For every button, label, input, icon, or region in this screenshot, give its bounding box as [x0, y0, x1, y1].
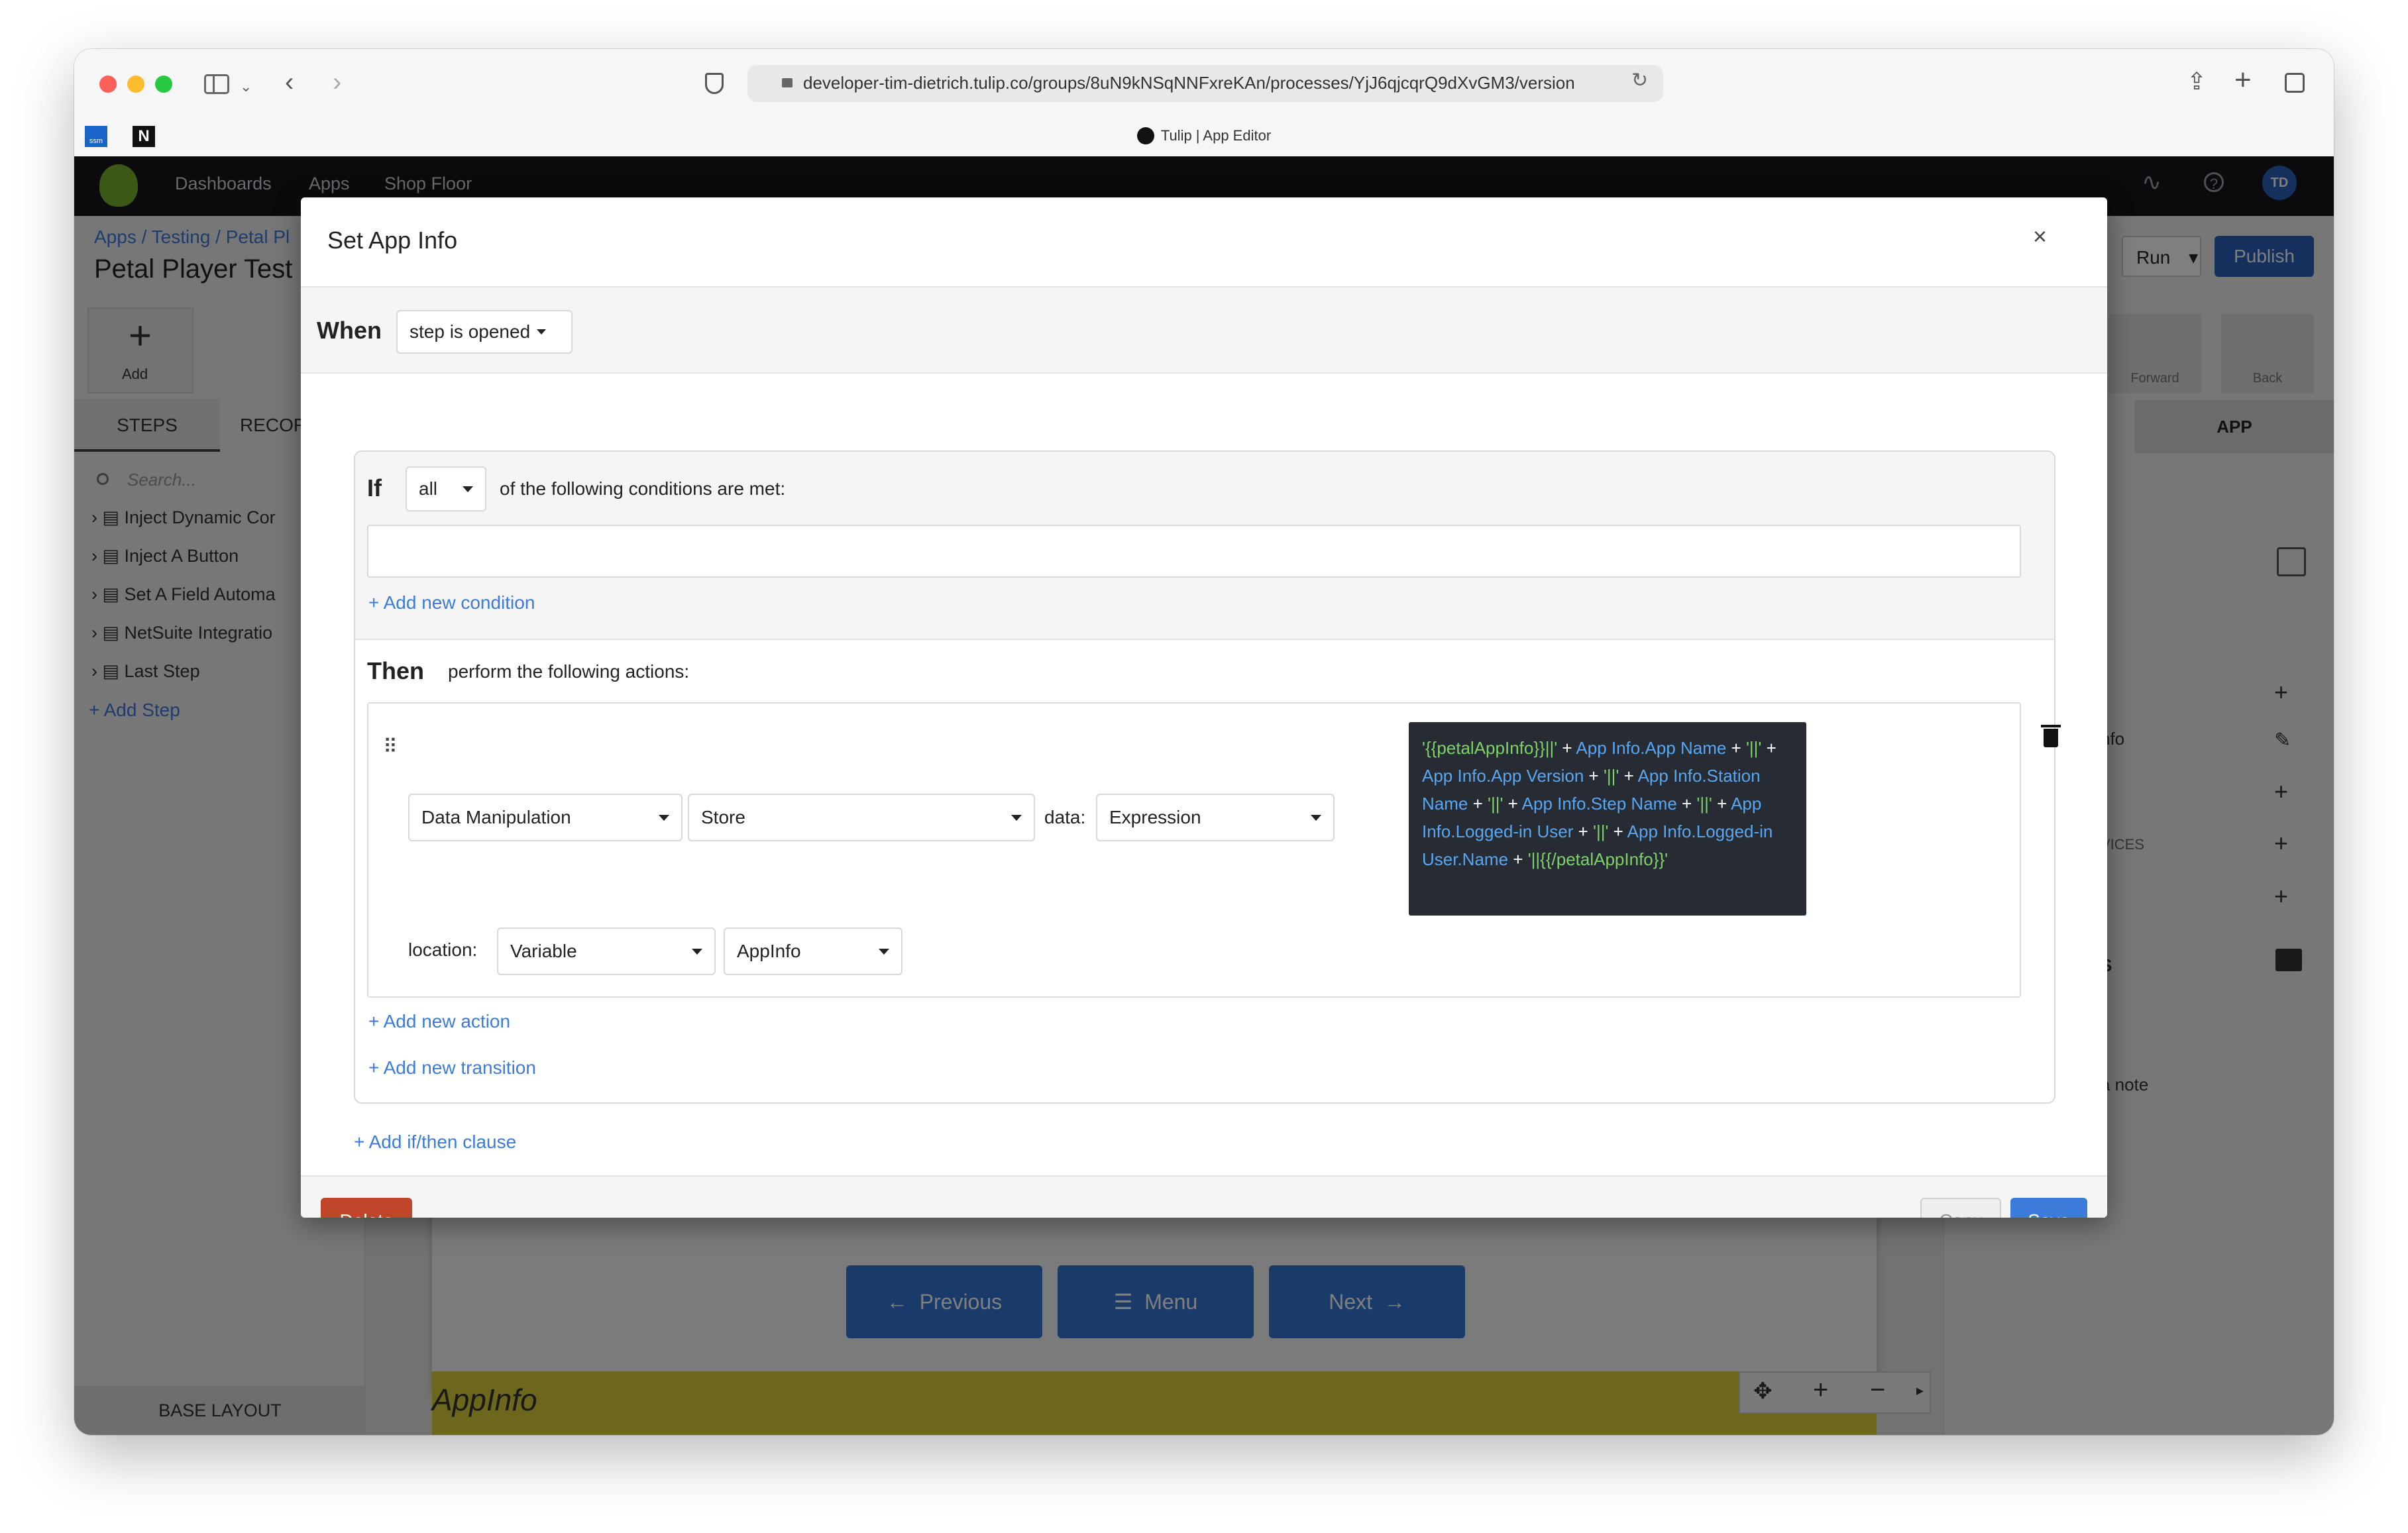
- data-type-select[interactable]: Expression: [1096, 794, 1335, 841]
- expression-token: '||': [1593, 821, 1609, 841]
- tabs-overview-icon[interactable]: [2285, 73, 2305, 93]
- then-text: perform the following actions:: [448, 661, 690, 682]
- trigger-select[interactable]: step is opened: [396, 310, 573, 354]
- location-type-value: Variable: [510, 941, 577, 961]
- caret-down-icon: [463, 486, 473, 492]
- add-clause-label: Add if/then clause: [368, 1132, 517, 1152]
- then-label: Then: [367, 657, 424, 684]
- expression-editor[interactable]: '{{petalAppInfo}}||' + App Info.App Name…: [1409, 722, 1806, 916]
- expression-token: '||{{/petalAppInfo}}': [1527, 849, 1669, 869]
- expression-token: '||': [1745, 738, 1762, 758]
- caret-down-icon: [659, 814, 669, 821]
- forward-icon[interactable]: ›: [333, 68, 341, 97]
- browser-window: ⌄ ‹ › developer-tim-dietrich.tulip.co/gr…: [74, 49, 2334, 1435]
- if-label: If: [367, 474, 382, 502]
- close-icon[interactable]: ×: [2033, 223, 2047, 250]
- save-button[interactable]: Save: [2010, 1198, 2087, 1218]
- expression-token: +: [1503, 794, 1522, 814]
- caret-down-icon: [879, 948, 889, 955]
- location-type-select[interactable]: Variable: [497, 927, 716, 975]
- conditions-dropzone[interactable]: [367, 525, 2021, 578]
- expression-token: '||': [1488, 794, 1504, 814]
- share-icon[interactable]: ⇪: [2187, 68, 2207, 95]
- expression-token: App Info.Step Name: [1521, 794, 1677, 814]
- modal-title: Set App Info: [327, 227, 458, 254]
- trash-icon[interactable]: [2041, 725, 2061, 747]
- location-label: location:: [408, 939, 478, 960]
- expression-token: +: [1712, 794, 1731, 814]
- add-condition-link[interactable]: + Add new condition: [368, 592, 535, 613]
- data-type-value: Expression: [1109, 807, 1201, 827]
- add-action-label: Add new action: [383, 1011, 511, 1031]
- back-icon[interactable]: ‹: [285, 68, 294, 97]
- variable-select[interactable]: AppInfo: [724, 927, 903, 975]
- add-condition-label: Add new condition: [383, 592, 535, 613]
- new-tab-icon[interactable]: +: [2234, 64, 2252, 97]
- caret-down-icon: [1311, 814, 1321, 821]
- expression-token: +: [1761, 738, 1777, 758]
- modal-footer: [301, 1175, 2107, 1218]
- expression-token: +: [1468, 794, 1488, 814]
- reload-icon[interactable]: ↻: [1631, 69, 1648, 92]
- expression-text: '{{petalAppInfo}}||' + App Info.App Name…: [1422, 734, 1793, 873]
- tab-title[interactable]: Tulip | App Editor: [74, 127, 2334, 144]
- add-transition-link[interactable]: + Add new transition: [368, 1057, 536, 1079]
- expression-token: App Info.App Version: [1422, 766, 1584, 786]
- when-label: When: [317, 317, 382, 344]
- expression-token: +: [1573, 821, 1594, 841]
- chevron-down-icon[interactable]: ⌄: [240, 78, 252, 95]
- caret-down-icon: [692, 948, 702, 955]
- zoom-window-button[interactable]: [155, 76, 172, 93]
- action-type-select[interactable]: Data Manipulation: [408, 794, 683, 841]
- tulip-favicon-icon: [1136, 127, 1154, 144]
- lock-icon: [782, 78, 793, 87]
- expression-token: +: [1557, 738, 1576, 758]
- caret-down-icon: [537, 329, 547, 335]
- expression-token: '{{petalAppInfo}}||': [1422, 738, 1558, 758]
- trigger-value: step is opened: [410, 321, 531, 342]
- action-type-value: Data Manipulation: [421, 807, 571, 827]
- add-clause-link[interactable]: + Add if/then clause: [354, 1132, 516, 1153]
- delete-button[interactable]: Delete: [321, 1198, 412, 1218]
- copy-button[interactable]: Copy: [1920, 1198, 2001, 1218]
- drag-handle-icon[interactable]: ⠿: [383, 735, 398, 759]
- modal-header: [301, 197, 2107, 288]
- expression-token: '||': [1696, 794, 1712, 814]
- expression-token: +: [1584, 766, 1604, 786]
- expression-token: +: [1619, 766, 1638, 786]
- expression-token: +: [1508, 849, 1528, 869]
- sidebar-icon[interactable]: [204, 74, 229, 94]
- condition-mode-select[interactable]: all: [406, 466, 486, 511]
- conditions-text: of the following conditions are met:: [500, 478, 786, 499]
- url-text[interactable]: developer-tim-dietrich.tulip.co/groups/8…: [803, 73, 1625, 93]
- condition-mode-value: all: [419, 478, 438, 499]
- add-transition-label: Add new transition: [383, 1057, 536, 1078]
- tab-title-text: Tulip | App Editor: [1160, 127, 1272, 144]
- minimize-window-button[interactable]: [127, 76, 144, 93]
- close-window-button[interactable]: [99, 76, 117, 93]
- data-label: data:: [1044, 807, 1086, 827]
- operation-value: Store: [701, 807, 745, 827]
- expression-token: App Info.App Name: [1576, 738, 1727, 758]
- expression-token: +: [1676, 794, 1697, 814]
- operation-select[interactable]: Store: [688, 794, 1035, 841]
- add-action-link[interactable]: + Add new action: [368, 1011, 510, 1032]
- shield-icon[interactable]: [705, 73, 724, 94]
- expression-token: '||': [1603, 766, 1619, 786]
- trigger-modal: Set App Info × When step is opened If al…: [301, 197, 2107, 1218]
- variable-value: AppInfo: [737, 941, 801, 961]
- expression-token: +: [1726, 738, 1746, 758]
- expression-token: +: [1608, 821, 1627, 841]
- caret-down-icon: [1011, 814, 1022, 821]
